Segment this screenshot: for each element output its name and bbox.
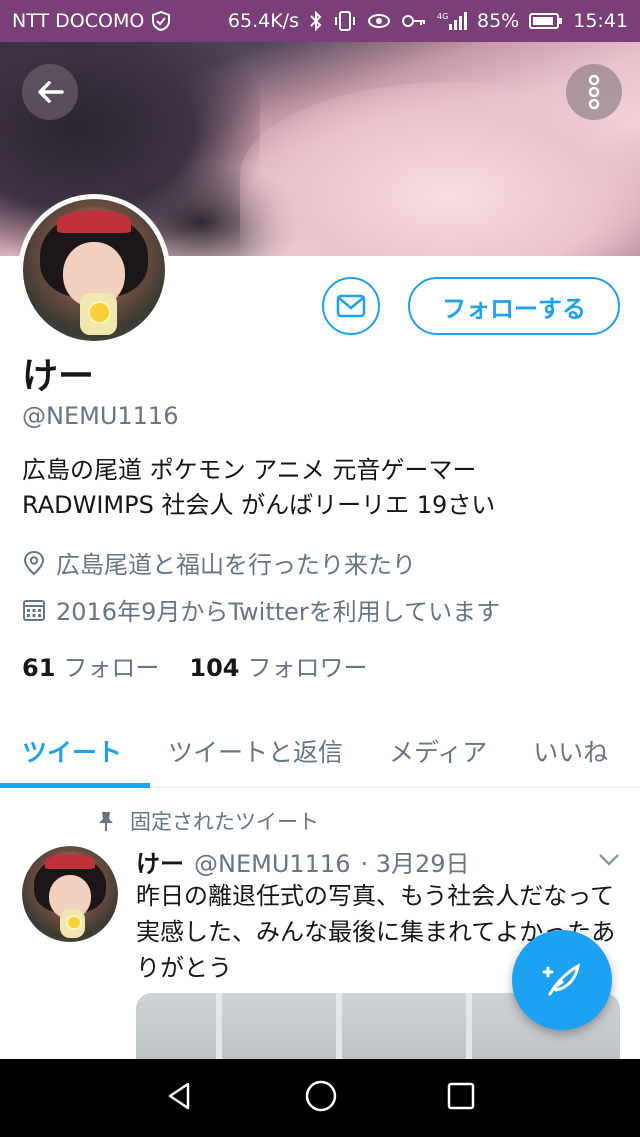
follow-button[interactable]: フォローする: [408, 277, 620, 335]
back-button[interactable]: [22, 64, 78, 120]
tweet-author-name[interactable]: けー: [136, 844, 184, 879]
followers-label: フォロワー: [247, 654, 368, 682]
more-vertical-icon: [588, 74, 600, 110]
profile-handle: @NEMU1116: [22, 402, 179, 430]
profile-bio: 広島の尾道 ポケモン アニメ 元音ゲーマー RADWIMPS 社会人 がんばリー…: [22, 456, 496, 519]
calendar-icon: [23, 599, 45, 621]
compose-feather-icon: [542, 963, 581, 996]
chevron-down-icon: [599, 854, 619, 866]
shield-check-icon: [150, 10, 172, 32]
active-tab-indicator: [0, 783, 150, 788]
clock: 15:41: [573, 10, 628, 32]
pinned-tweet-label: 固定されたツイート: [96, 806, 319, 836]
status-bar: NTT DOCOMO 65.4K/s 4G 85% 15:41: [0, 0, 640, 42]
pin-icon: [99, 812, 113, 831]
signal-icon: 4G: [437, 10, 467, 32]
followers-count: 104: [189, 654, 240, 682]
profile-location: 広島尾道と福山を行ったり来たり: [22, 545, 416, 580]
system-nav-bar: [0, 1059, 640, 1137]
vibrate-icon: [333, 10, 357, 32]
arrow-left-icon: [38, 81, 64, 103]
tab-likes[interactable]: いいね: [533, 714, 608, 787]
eye-icon: [367, 10, 391, 32]
location-pin-icon: [23, 550, 45, 575]
followers-stat[interactable]: 104 フォロワー: [189, 648, 367, 683]
follow-stats: 61 フォロー 104 フォロワー: [22, 648, 368, 683]
bluetooth-icon: [309, 10, 323, 32]
network-speed: 65.4K/s: [227, 10, 299, 32]
join-date-text: 2016年9月からTwitterを利用しています: [56, 598, 501, 626]
location-text: 広島尾道と福山を行ったり来たり: [56, 551, 416, 579]
envelope-icon: [336, 294, 366, 318]
key-icon: [401, 10, 427, 32]
more-options-button[interactable]: [566, 64, 622, 120]
nav-recents-button[interactable]: [446, 1081, 476, 1115]
tweet-menu-button[interactable]: [598, 852, 620, 871]
tab-tweets[interactable]: ツイート: [22, 714, 122, 787]
profile-name: けー: [22, 356, 95, 397]
compose-tweet-button[interactable]: [512, 930, 612, 1030]
battery-icon: [529, 11, 563, 31]
triangle-back-icon: [168, 1082, 190, 1110]
following-stat[interactable]: 61 フォロー: [22, 648, 159, 683]
profile-join-date: 2016年9月からTwitterを利用しています: [22, 592, 500, 627]
tweet-date: · 3月29日: [360, 850, 470, 878]
pinned-label-text: 固定されたツイート: [130, 810, 319, 834]
tab-media[interactable]: メディア: [389, 714, 487, 787]
profile-avatar[interactable]: [18, 194, 170, 346]
square-recents-icon: [447, 1082, 475, 1110]
tweet-author-handle[interactable]: @NEMU1116: [194, 850, 350, 878]
tweet-author-avatar[interactable]: [22, 846, 118, 942]
carrier-label: NTT DOCOMO: [12, 10, 145, 32]
tab-tweets-and-replies[interactable]: ツイートと返信: [168, 714, 343, 787]
battery-percent: 85%: [477, 10, 520, 32]
profile-tabs: ツイート ツイートと返信 メディア いいね: [0, 714, 640, 788]
following-label: フォロー: [63, 654, 160, 682]
svg-text:4G: 4G: [437, 12, 448, 21]
following-count: 61: [22, 654, 56, 682]
nav-home-button[interactable]: [304, 1079, 338, 1117]
message-button[interactable]: [322, 277, 380, 335]
nav-back-button[interactable]: [164, 1080, 196, 1116]
tweet-header: けー @NEMU1116 · 3月29日: [136, 844, 470, 879]
circle-home-icon: [305, 1080, 337, 1112]
